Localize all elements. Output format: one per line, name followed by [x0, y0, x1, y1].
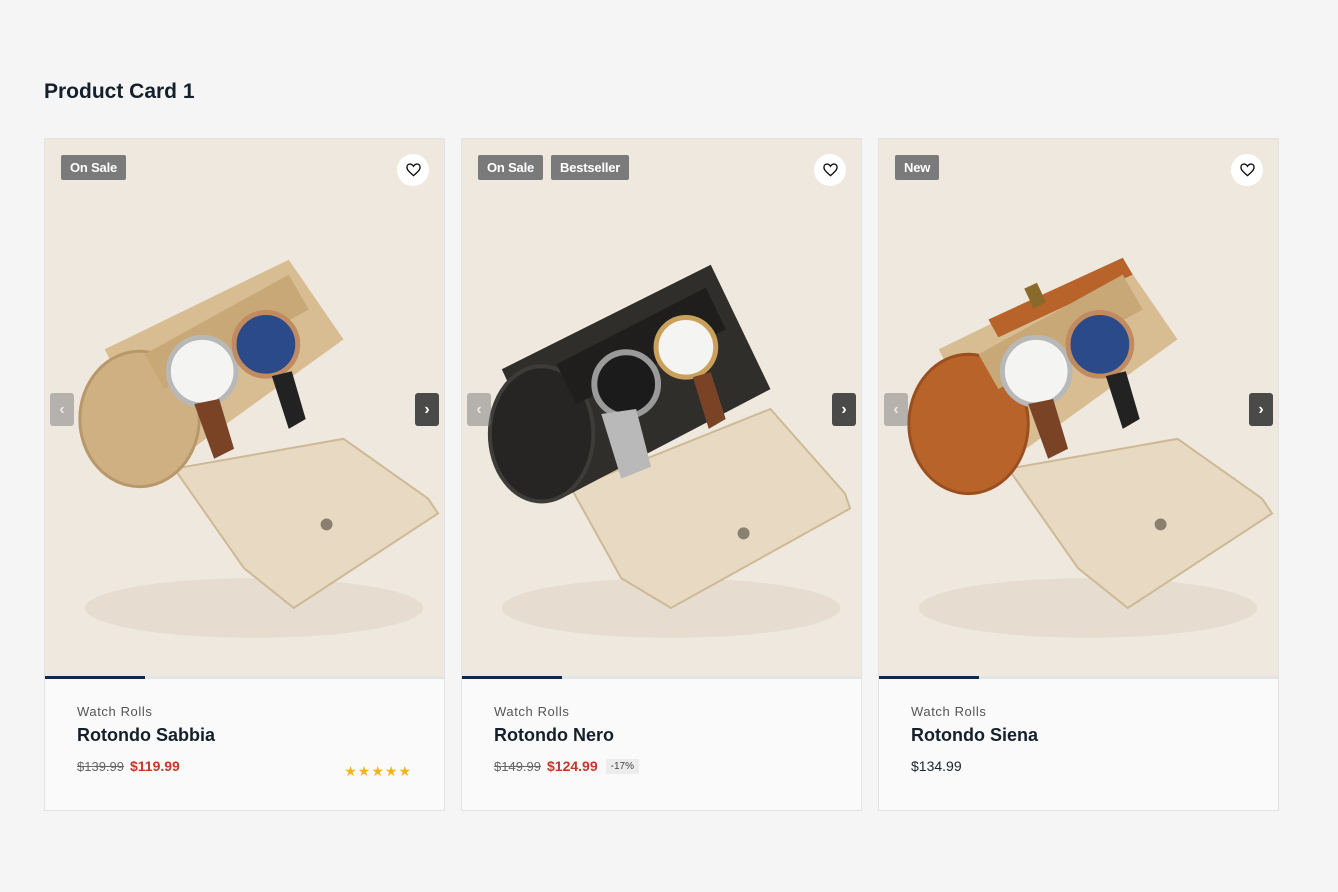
chevron-left-icon: ‹: [893, 400, 899, 418]
prev-image-button[interactable]: ‹: [467, 393, 491, 426]
wishlist-button[interactable]: [814, 154, 846, 186]
chevron-left-icon: ‹: [476, 400, 482, 418]
product-image[interactable]: [879, 139, 1278, 679]
prev-image-button[interactable]: ‹: [884, 393, 908, 426]
product-info: Watch Rolls Rotondo Siena $134.99: [879, 679, 1278, 774]
product-image-gallery[interactable]: On Sale ‹ ›: [45, 139, 444, 679]
product-name[interactable]: Rotondo Siena: [911, 725, 1246, 746]
product-info: Watch Rolls Rotondo Sabbia $139.99 $119.…: [45, 679, 444, 779]
badge-new: New: [895, 155, 940, 180]
rating-stars: ★★★★★: [344, 763, 412, 779]
product-name[interactable]: Rotondo Sabbia: [77, 725, 412, 746]
heart-icon: [405, 163, 421, 177]
prev-image-button[interactable]: ‹: [50, 393, 74, 426]
next-image-button[interactable]: ›: [415, 393, 439, 426]
original-price: $149.99: [494, 758, 541, 774]
product-price: $134.99: [911, 758, 962, 774]
badge-on-sale: On Sale: [478, 155, 544, 180]
badge-on-sale: On Sale: [61, 155, 127, 180]
product-image-gallery[interactable]: On Sale Bestseller ‹ ›: [462, 139, 861, 679]
product-image[interactable]: [45, 139, 444, 679]
sale-price: $119.99: [130, 758, 180, 774]
product-card-list: On Sale ‹ › Watch Rolls Rotondo Sabbia $…: [44, 138, 1279, 811]
next-image-button[interactable]: ›: [1249, 393, 1273, 426]
product-card[interactable]: On Sale ‹ › Watch Rolls Rotondo Sabbia $…: [44, 138, 445, 811]
badge-group: On Sale Bestseller: [478, 155, 630, 180]
wishlist-button[interactable]: [1231, 154, 1263, 186]
product-category[interactable]: Watch Rolls: [911, 704, 1246, 719]
product-card[interactable]: On Sale Bestseller ‹ › Watch Rolls Roton…: [461, 138, 862, 811]
discount-badge: -17%: [605, 758, 639, 774]
product-info: Watch Rolls Rotondo Nero $149.99 $124.99…: [462, 679, 861, 774]
price-row: $134.99: [911, 758, 1246, 774]
product-image[interactable]: [462, 139, 861, 679]
chevron-right-icon: ›: [841, 400, 847, 418]
heart-icon: [1239, 163, 1255, 177]
badge-group: New: [895, 155, 940, 180]
product-category[interactable]: Watch Rolls: [77, 704, 412, 719]
chevron-right-icon: ›: [424, 400, 430, 418]
badge-group: On Sale: [61, 155, 127, 180]
heart-icon: [822, 163, 838, 177]
product-card[interactable]: New ‹ › Watch Rolls Rotondo Siena $134.9…: [878, 138, 1279, 811]
wishlist-button[interactable]: [397, 154, 429, 186]
product-image-gallery[interactable]: New ‹ ›: [879, 139, 1278, 679]
product-category[interactable]: Watch Rolls: [494, 704, 829, 719]
chevron-right-icon: ›: [1258, 400, 1264, 418]
section-title: Product Card 1: [44, 80, 195, 103]
price-row: $149.99 $124.99 -17%: [494, 758, 829, 774]
next-image-button[interactable]: ›: [832, 393, 856, 426]
badge-bestseller: Bestseller: [551, 155, 630, 180]
sale-price: $124.99: [547, 758, 598, 774]
product-name[interactable]: Rotondo Nero: [494, 725, 829, 746]
chevron-left-icon: ‹: [59, 400, 65, 418]
original-price: $139.99: [77, 758, 124, 774]
